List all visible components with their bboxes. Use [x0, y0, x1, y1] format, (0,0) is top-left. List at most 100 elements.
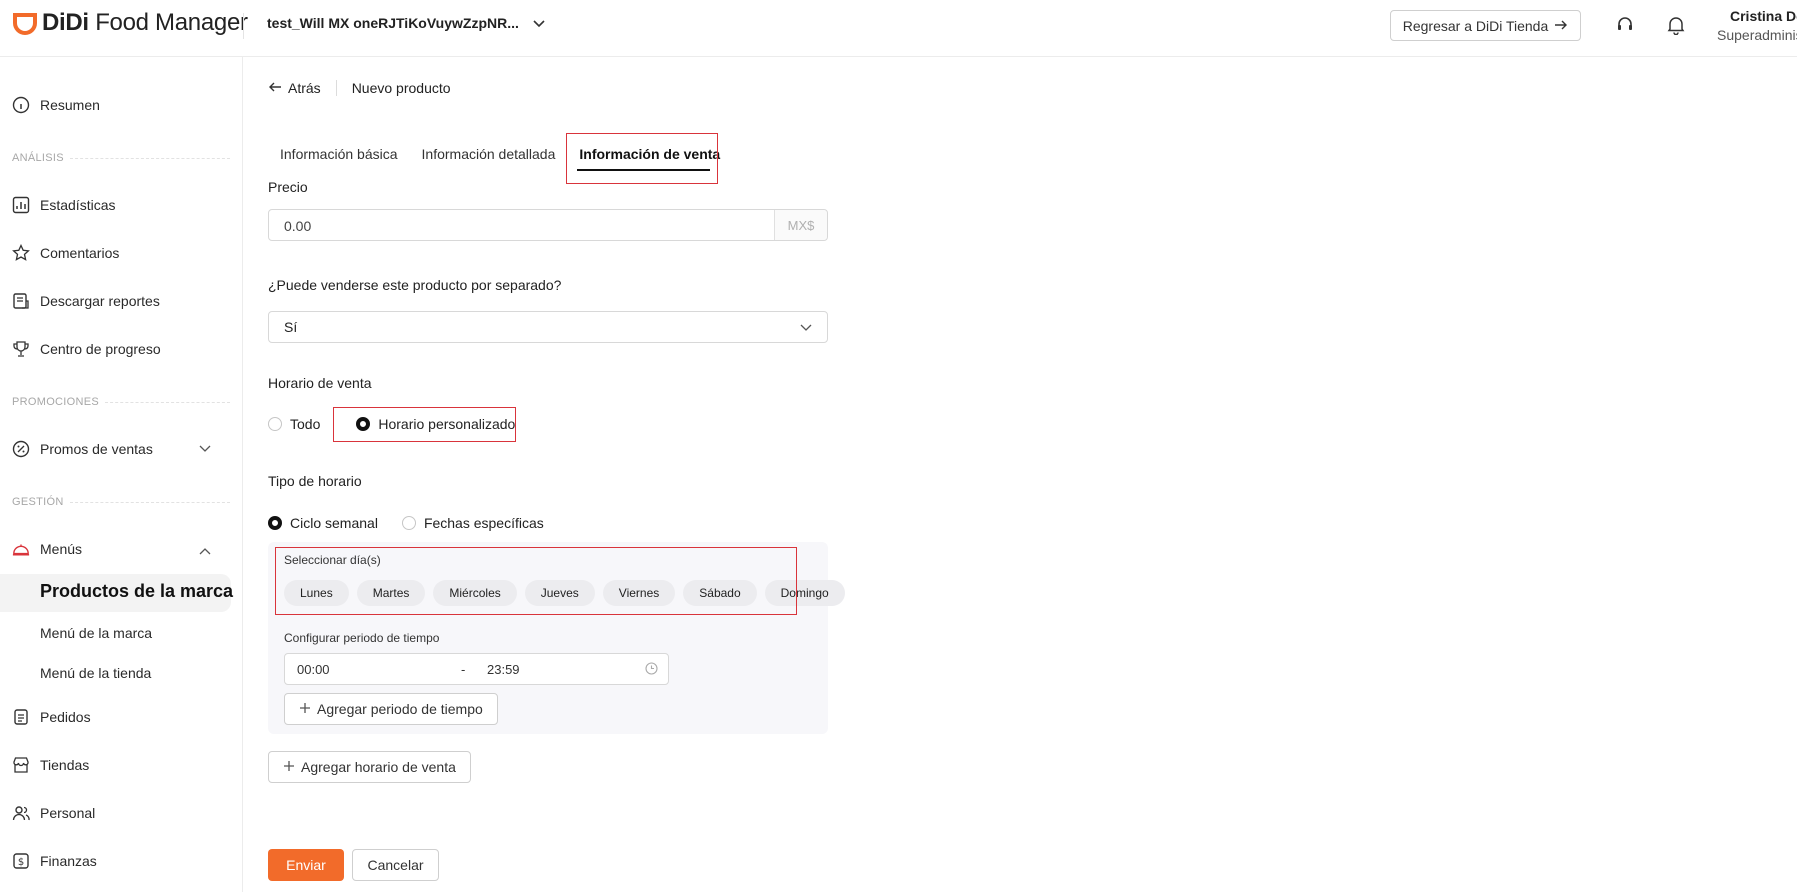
store-name: test_Will MX oneRJTiKoVuywZzpNR... [267, 15, 519, 31]
section-label: PROMOCIONES [12, 396, 100, 408]
cancel-button[interactable]: Cancelar [352, 849, 439, 881]
store-icon [12, 756, 30, 774]
highlight-box-tab [566, 133, 718, 184]
add-sale-schedule-button[interactable]: Agregar horario de venta [268, 751, 471, 783]
sidebar-subitem-menu-tienda[interactable]: Menú de la tienda [40, 665, 151, 681]
separate-sale-select[interactable]: Sí [268, 311, 828, 343]
back-label: Atrás [288, 80, 321, 96]
back-link[interactable]: Atrás [268, 80, 321, 96]
breadcrumb: Atrás Nuevo producto [268, 80, 451, 96]
radio-label: Todo [290, 416, 321, 432]
submit-button[interactable]: Enviar [268, 849, 344, 881]
time-range-picker[interactable]: 00:00 - 23:59 [284, 653, 669, 685]
back-to-store-button[interactable]: Regresar a DiDi Tienda [1390, 10, 1581, 41]
cloche-icon [12, 540, 30, 558]
bell-icon[interactable] [1665, 14, 1687, 36]
sidebar-subitem-menu-marca[interactable]: Menú de la marca [40, 625, 152, 641]
sidebar-subitem-productos-marca[interactable]: Productos de la marca [40, 581, 233, 602]
sidebar-item-label: Promos de ventas [40, 441, 153, 457]
sidebar-item-label: Descargar reportes [40, 293, 160, 309]
chevron-down-icon[interactable] [199, 440, 211, 458]
plus-icon [299, 701, 311, 717]
sidebar-item-finanzas[interactable]: $ Finanzas [12, 852, 97, 870]
radio-label: Ciclo semanal [290, 515, 378, 531]
time-end: 23:59 [487, 662, 520, 677]
top-divider [243, 13, 244, 39]
sidebar-item-label: Personal [40, 805, 96, 821]
tab-informacion-detallada[interactable]: Información detallada [410, 140, 568, 180]
people-icon [12, 804, 30, 822]
page-title: Nuevo producto [351, 80, 451, 96]
sidebar-item-descargar-reportes[interactable]: Descargar reportes [12, 292, 160, 310]
plus-icon [283, 759, 295, 775]
chevron-up-icon[interactable] [199, 542, 211, 560]
user-menu[interactable]: Cristina De Superadminis [1710, 8, 1797, 43]
sidebar-item-centro-progreso[interactable]: Centro de progreso [12, 340, 161, 358]
report-icon [12, 292, 30, 310]
sidebar-item-label: Estadísticas [40, 197, 116, 213]
chevron-down-icon [800, 319, 812, 335]
chart-icon [12, 196, 30, 214]
section-gestion: GESTIÓN [12, 496, 230, 508]
logo-product: Food Manager [95, 9, 248, 36]
sidebar-item-menus[interactable]: Menús [12, 540, 82, 558]
star-icon [12, 244, 30, 262]
radio-fechas-especificas[interactable]: Fechas específicas [401, 515, 544, 531]
chevron-down-icon [533, 15, 545, 31]
section-promociones: PROMOCIONES [12, 396, 230, 408]
sidebar-item-label: Menús [40, 541, 83, 557]
trophy-icon [12, 340, 30, 358]
tab-informacion-basica[interactable]: Información básica [268, 140, 410, 180]
sidebar-item-promos-ventas[interactable]: Promos de ventas [12, 440, 153, 458]
add-time-period-button[interactable]: Agregar periodo de tiempo [284, 693, 498, 725]
back-to-store-label: Regresar a DiDi Tienda [1402, 17, 1549, 34]
sidebar-item-personal[interactable]: Personal [12, 804, 95, 822]
radio-todo[interactable]: Todo [268, 416, 320, 432]
highlight-box-days [275, 547, 797, 615]
schedule-type-radio-group: Ciclo semanal Fechas específicas [268, 515, 568, 531]
radio-circle [268, 417, 282, 431]
price-value: 0.00 [284, 218, 312, 234]
separate-sale-value: Sí [284, 319, 298, 335]
radio-ciclo-semanal[interactable]: Ciclo semanal [268, 515, 378, 531]
arrow-left-icon [268, 80, 282, 96]
home-icon [12, 96, 30, 114]
store-selector[interactable]: test_Will MX oneRJTiKoVuywZzpNR... [267, 15, 545, 31]
sidebar-item-label: Finanzas [40, 853, 97, 869]
support-icon[interactable] [1614, 14, 1636, 36]
discount-icon [12, 440, 30, 458]
sidebar-item-estadisticas[interactable]: Estadísticas [12, 196, 115, 214]
sidebar-item-label: Centro de progreso [40, 341, 161, 357]
svg-text:$: $ [18, 857, 24, 868]
user-name: Cristina De [1730, 8, 1797, 24]
button-label: Agregar horario de venta [301, 759, 456, 775]
sidebar-item-label: Pedidos [40, 709, 91, 725]
user-role: Superadminis [1717, 27, 1797, 43]
didi-logo[interactable]: DiDi Food Manager [12, 9, 248, 36]
radio-circle [401, 516, 416, 530]
time-start: 00:00 [297, 662, 330, 677]
radio-circle-selected [268, 516, 282, 530]
button-label: Agregar periodo de tiempo [317, 701, 483, 717]
highlight-box-custom-schedule [333, 407, 516, 442]
time-period-label: Configurar periodo de tiempo [284, 631, 440, 645]
section-label: GESTIÓN [12, 496, 64, 508]
top-bar: DiDi Food Manager test_Will MX oneRJTiKo… [0, 0, 1797, 57]
section-label: ANÁLISIS [12, 152, 64, 164]
logo-brand: DiDi [42, 9, 89, 36]
sidebar-item-pedidos[interactable]: Pedidos [12, 708, 91, 726]
didi-logo-icon [12, 10, 38, 36]
price-label: Precio [268, 179, 308, 193]
separate-sale-label: ¿Puede venderse este producto por separa… [268, 277, 562, 293]
sidebar-item-label: Tiendas [40, 757, 90, 773]
sidebar-item-resumen[interactable]: Resumen [12, 96, 100, 114]
sidebar-item-tiendas[interactable]: Tiendas [12, 756, 89, 774]
schedule-type-label: Tipo de horario [268, 473, 362, 489]
sidebar-item-comentarios[interactable]: Comentarios [12, 244, 119, 262]
price-input[interactable]: 0.00 MX$ [268, 209, 828, 241]
section-analisis: ANÁLISIS [12, 152, 230, 164]
currency-suffix: MX$ [774, 210, 827, 240]
dollar-icon: $ [12, 852, 30, 870]
sidebar-item-label: Resumen [40, 97, 100, 113]
sidebar-item-label: Comentarios [40, 245, 120, 261]
